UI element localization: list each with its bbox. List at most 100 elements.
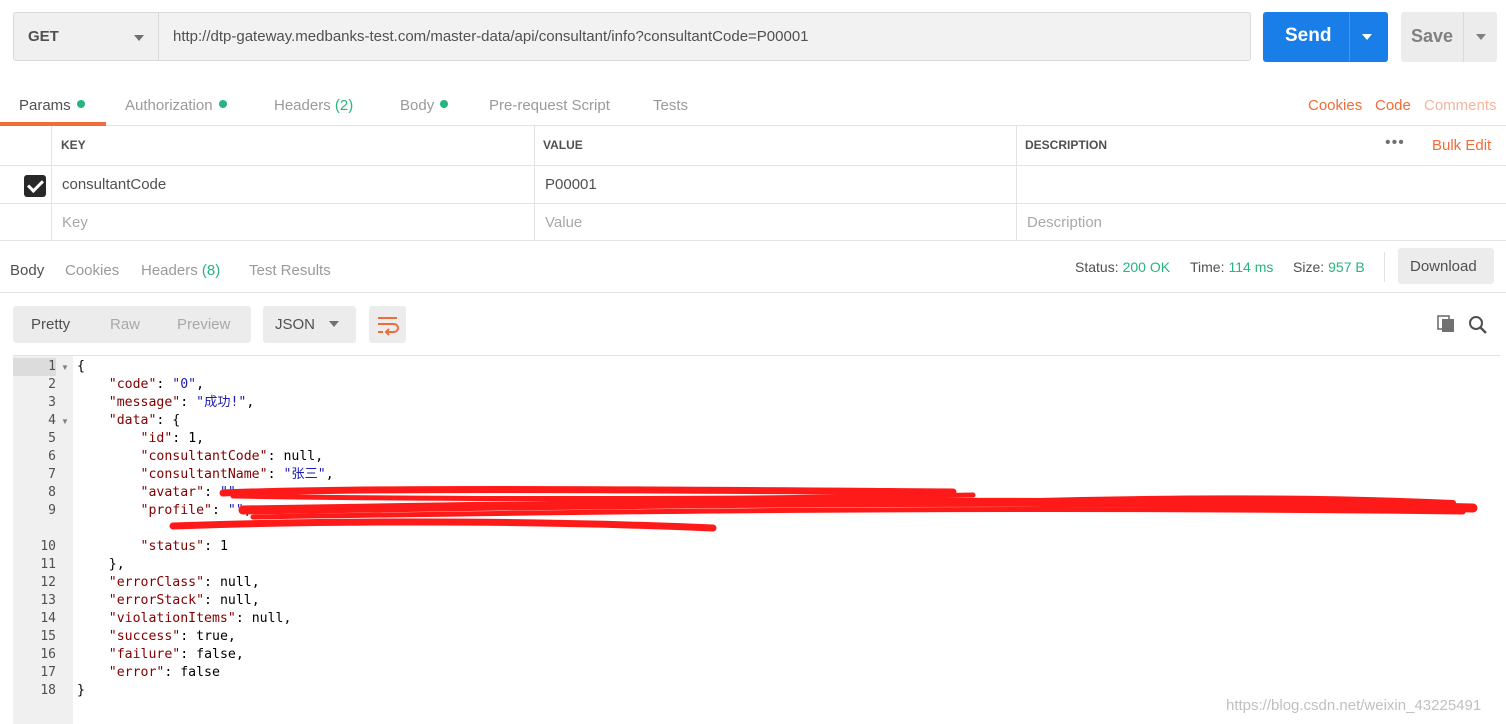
code-link[interactable]: Code xyxy=(1375,97,1411,114)
param-enabled-checkbox[interactable] xyxy=(24,175,46,197)
bulk-edit-link[interactable]: Bulk Edit xyxy=(1432,137,1491,154)
status-dot-icon xyxy=(440,100,449,108)
time-label: Time: xyxy=(1190,259,1225,275)
language-label: JSON xyxy=(275,316,316,333)
code-line: "success": true, xyxy=(108,629,236,644)
code-line: }, xyxy=(77,557,125,572)
line-number: 5 xyxy=(48,431,56,446)
status-value: 200 OK xyxy=(1122,259,1171,275)
tab-prerequest-script[interactable]: Pre-request Script xyxy=(489,97,610,114)
headers-count: (2) xyxy=(334,97,354,114)
size-value: 957 B xyxy=(1328,259,1365,275)
line-number: 10 xyxy=(40,539,56,554)
copy-icon[interactable] xyxy=(1437,315,1455,333)
format-preview-button[interactable]: Preview xyxy=(177,316,230,333)
download-label: Download xyxy=(1410,258,1477,275)
fold-arrow-icon[interactable]: ▼ xyxy=(61,417,69,426)
line-number: 3 xyxy=(48,395,56,410)
line-number: 14 xyxy=(40,611,56,626)
tab-params-label: Params xyxy=(19,97,71,114)
tab-tests[interactable]: Tests xyxy=(653,97,688,114)
line-number: 11 xyxy=(40,557,56,572)
line-number: 6 xyxy=(48,449,56,464)
redaction-scribble xyxy=(169,485,1478,532)
status-dot-icon xyxy=(218,100,227,108)
method-label: GET xyxy=(28,28,59,45)
request-tabs: Params Authorization Headers (2) Body Pr… xyxy=(0,86,1506,126)
tab-body-label: Body xyxy=(400,97,435,114)
code-line: "violationItems": null, xyxy=(108,611,292,626)
line-number: 2 xyxy=(48,377,56,392)
line-number: 12 xyxy=(40,575,56,590)
new-key-input[interactable]: Key xyxy=(51,204,534,241)
status-dot-icon xyxy=(76,100,85,108)
value-placeholder: Value xyxy=(545,214,583,231)
tab-authorization-label: Authorization xyxy=(125,97,213,114)
description-header-label: DESCRIPTION xyxy=(1025,138,1108,152)
response-tab-cookies[interactable]: Cookies xyxy=(65,262,119,279)
size-label: Size: xyxy=(1293,259,1325,275)
download-button[interactable]: Download xyxy=(1398,248,1494,284)
line-number-gutter: 1 ▼ 2 3 4 ▼ 5 6 7 8 9 10 11 12 13 14 15 … xyxy=(13,356,73,724)
status-readout: Status: 200 OK xyxy=(1075,259,1170,275)
new-value-input[interactable]: Value xyxy=(534,204,1016,241)
divider xyxy=(1384,252,1385,282)
status-label: Status: xyxy=(1075,259,1119,275)
code-line: "errorStack": null, xyxy=(108,593,260,608)
request-bar: GET http://dtp-gateway.medbanks-test.com… xyxy=(0,0,1506,76)
param-value: P00001 xyxy=(545,176,597,193)
code-area[interactable]: { "code": "0", "message": "成功!", "data":… xyxy=(73,356,1500,724)
code-line: } xyxy=(77,683,85,698)
tab-params[interactable]: Params xyxy=(19,97,85,114)
fold-arrow-icon[interactable]: ▼ xyxy=(61,363,69,372)
response-headers-count: (8) xyxy=(201,262,221,279)
line-number: 17 xyxy=(40,665,56,680)
language-select[interactable]: JSON xyxy=(263,306,356,343)
code-line: "error": false xyxy=(108,665,220,680)
table-row: consultantCode P00001 xyxy=(0,166,1506,204)
response-tab-headers[interactable]: Headers (8) xyxy=(141,262,220,279)
key-placeholder: Key xyxy=(62,214,88,231)
comments-link[interactable]: Comments xyxy=(1424,97,1497,114)
tab-headers[interactable]: Headers (2) xyxy=(274,97,353,114)
search-icon[interactable] xyxy=(1468,315,1488,335)
response-headers-label: Headers xyxy=(141,262,198,279)
url-input[interactable]: http://dtp-gateway.medbanks-test.com/mas… xyxy=(158,12,1251,61)
response-body-viewer[interactable]: 1 ▼ 2 3 4 ▼ 5 6 7 8 9 10 11 12 13 14 15 … xyxy=(13,355,1500,724)
cookies-link[interactable]: Cookies xyxy=(1308,97,1362,114)
response-tab-body[interactable]: Body xyxy=(10,262,44,279)
tab-body[interactable]: Body xyxy=(400,97,449,114)
param-key: consultantCode xyxy=(62,176,167,193)
chevron-down-icon xyxy=(134,35,144,41)
tab-authorization[interactable]: Authorization xyxy=(125,97,227,114)
url-text: http://dtp-gateway.medbanks-test.com/mas… xyxy=(173,28,809,45)
send-button[interactable]: Send xyxy=(1263,12,1388,62)
send-label: Send xyxy=(1285,25,1332,46)
tab-headers-label: Headers xyxy=(274,97,331,114)
param-description-cell[interactable] xyxy=(1016,166,1506,203)
response-tab-test-results[interactable]: Test Results xyxy=(249,262,331,279)
format-pretty-button[interactable]: Pretty xyxy=(31,316,70,333)
divider xyxy=(1463,12,1464,62)
wrap-lines-icon xyxy=(378,317,399,336)
new-description-input[interactable]: Description xyxy=(1016,204,1506,241)
more-options-icon[interactable]: ••• xyxy=(1385,134,1405,152)
line-number: 8 xyxy=(48,485,56,500)
method-select[interactable]: GET xyxy=(13,12,159,61)
wrap-lines-button[interactable] xyxy=(369,306,406,343)
send-options-chevron-icon[interactable] xyxy=(1362,34,1372,40)
watermark: https://blog.csdn.net/weixin_43225491 xyxy=(1226,697,1482,714)
params-table: KEY VALUE DESCRIPTION ••• Bulk Edit cons… xyxy=(0,126,1506,241)
size-readout: Size: 957 B xyxy=(1293,259,1365,275)
line-number: 15 xyxy=(40,629,56,644)
tab-tests-label: Tests xyxy=(653,97,689,114)
param-key-cell[interactable]: consultantCode xyxy=(51,166,534,203)
param-value-cell[interactable]: P00001 xyxy=(534,166,1016,203)
response-bar: Body Cookies Headers (8) Test Results St… xyxy=(0,242,1506,293)
line-number: 16 xyxy=(40,647,56,662)
code-line: "errorClass": null, xyxy=(108,575,260,590)
format-raw-button[interactable]: Raw xyxy=(110,316,140,333)
save-button[interactable]: Save xyxy=(1401,12,1497,62)
value-header-label: VALUE xyxy=(543,138,583,152)
save-options-chevron-icon[interactable] xyxy=(1476,34,1486,40)
